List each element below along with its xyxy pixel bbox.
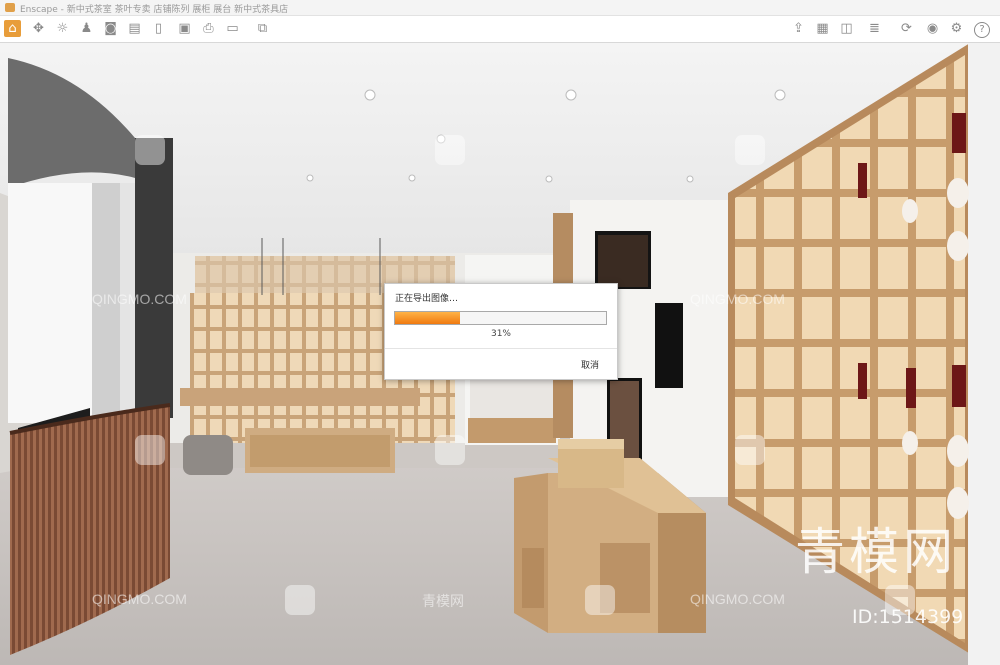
move-icon[interactable]: ✥ — [30, 20, 47, 37]
cancel-button[interactable]: 取消 — [581, 358, 599, 371]
watermark-logo — [735, 435, 765, 465]
home-icon[interactable]: ⌂ — [4, 20, 21, 37]
watermark-logo — [435, 435, 465, 465]
bookmark-icon[interactable]: ▯ — [150, 20, 167, 37]
sync-icon[interactable]: ⟳ — [898, 20, 915, 37]
watermark-text: QINGMO.COM — [690, 591, 785, 607]
layers-icon[interactable]: ≣ — [866, 20, 883, 37]
people-icon[interactable]: ♟ — [78, 20, 95, 37]
save-icon[interactable]: ▤ — [126, 20, 143, 37]
watermark-logo — [735, 135, 765, 165]
render-icon[interactable]: ▣ — [176, 20, 193, 37]
upload-icon[interactable]: ⇪ — [790, 20, 807, 37]
watermark-logo — [135, 435, 165, 465]
watermark-logo — [135, 135, 165, 165]
watermark-text: QINGMO.COM — [690, 291, 785, 307]
watermark-logo — [285, 585, 315, 615]
grid-icon[interactable]: ▦ — [814, 20, 831, 37]
gear-icon[interactable]: ⚙ — [948, 20, 965, 37]
watermark-brand: 青模网 — [795, 523, 957, 581]
watermark-text: QINGMO.COM — [92, 291, 187, 307]
app-icon — [5, 3, 15, 12]
cube-icon[interactable]: ◫ — [838, 20, 855, 37]
export-progress-dialog: 正在导出图像… 31% 取消 — [384, 283, 618, 380]
watermark-text: QINGMO.COM — [92, 591, 187, 607]
video-icon[interactable]: ▭ — [224, 20, 241, 37]
progress-fill — [395, 312, 461, 324]
watermark-id: ID:1514399 — [852, 606, 964, 628]
watermark-logo — [585, 585, 615, 615]
progress-percent: 31% — [490, 329, 511, 339]
panorama-icon[interactable]: ⧉ — [254, 20, 271, 37]
dialog-divider — [385, 348, 617, 349]
help-icon[interactable]: ? — [974, 22, 990, 38]
eye-icon[interactable]: ◉ — [924, 20, 941, 37]
export-icon[interactable]: ⎙ — [200, 20, 217, 37]
watermark-cn-text: 青模网 — [422, 593, 464, 609]
toolbar: ⌂ ✥ ☼ ♟ ◙ ▤ ▯ ▣ ⎙ ▭ ⧉ ⇪ ▦ ◫ ≣ ⟳ ◉ ⚙ ? — [0, 16, 1000, 43]
watermark-logo — [435, 135, 465, 165]
dialog-title: 正在导出图像… — [395, 294, 459, 304]
camera-icon[interactable]: ◙ — [102, 20, 119, 37]
window-title: Enscape - 新中式茶室 茶叶专卖 店铺陈列 展柜 展台 新中式茶具店 — [20, 5, 289, 15]
sun-icon[interactable]: ☼ — [54, 20, 71, 37]
progress-bar — [394, 311, 607, 325]
window-titlebar: Enscape - 新中式茶室 茶叶专卖 店铺陈列 展柜 展台 新中式茶具店 — [0, 0, 1000, 16]
